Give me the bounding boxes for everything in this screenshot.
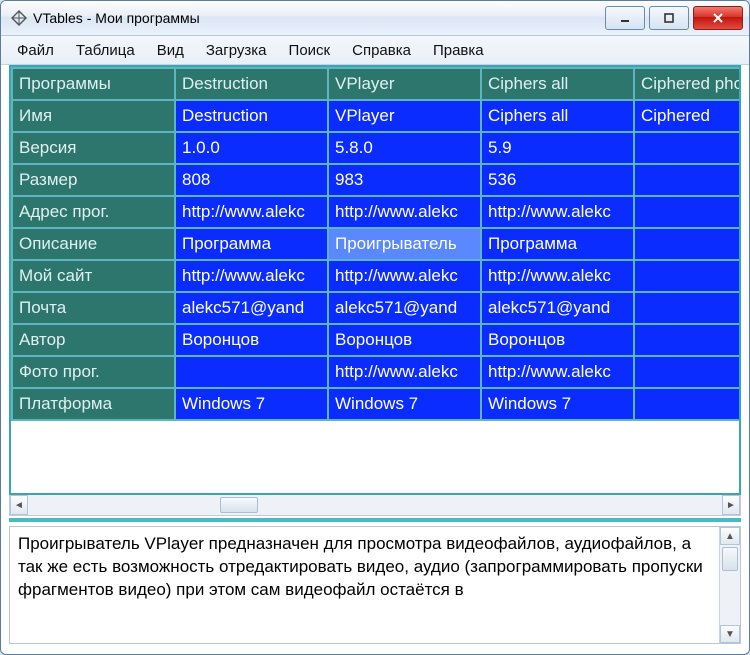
row-header[interactable]: Описание xyxy=(12,228,175,260)
grid-cell-selected[interactable]: Проигрыватель xyxy=(328,228,481,260)
close-button[interactable] xyxy=(693,6,743,30)
grid-cell[interactable] xyxy=(634,260,741,292)
grid-cell[interactable] xyxy=(634,292,741,324)
menu-search[interactable]: Поиск xyxy=(279,39,341,62)
row-header[interactable]: Фото прог. xyxy=(12,356,175,388)
grid-row: Фото прог. http://www.alekchttp://www.ale… xyxy=(12,356,741,388)
row-header[interactable]: Адрес прог. xyxy=(12,196,175,228)
menu-load[interactable]: Загрузка xyxy=(196,39,277,62)
row-header[interactable]: Версия xyxy=(12,132,175,164)
grid-cell[interactable]: http://www.alekc xyxy=(481,196,634,228)
row-header[interactable]: Почта xyxy=(12,292,175,324)
grid-corner[interactable]: Программы xyxy=(12,68,175,100)
grid-row: ПлатформаWindows 7Windows 7Windows 7 xyxy=(12,388,741,420)
col-header[interactable]: Destruction xyxy=(175,68,328,100)
col-header[interactable]: Ciphered photos xyxy=(634,68,741,100)
grid-cell[interactable]: http://www.alekc xyxy=(328,356,481,388)
grid-cell[interactable]: 808 xyxy=(175,164,328,196)
grid-cell[interactable]: Windows 7 xyxy=(175,388,328,420)
grid-cell[interactable]: http://www.alekc xyxy=(328,196,481,228)
grid-cell[interactable]: Воронцов xyxy=(175,324,328,356)
grid-cell[interactable]: Воронцов xyxy=(481,324,634,356)
grid-cell[interactable] xyxy=(634,228,741,260)
grid-cell[interactable] xyxy=(634,356,741,388)
grid-cell[interactable]: http://www.alekc xyxy=(175,260,328,292)
col-header[interactable]: Ciphers all xyxy=(481,68,634,100)
grid-row: Адрес прог.http://www.alekchttp://www.al… xyxy=(12,196,741,228)
row-header[interactable]: Размер xyxy=(12,164,175,196)
row-header[interactable]: Мой сайт xyxy=(12,260,175,292)
grid-cell[interactable]: VPlayer xyxy=(328,100,481,132)
grid-cell[interactable]: 536 xyxy=(481,164,634,196)
scroll-thumb[interactable] xyxy=(220,497,258,513)
grid-header-row: Программы Destruction VPlayer Ciphers al… xyxy=(12,68,741,100)
grid-cell[interactable]: Ciphered xyxy=(634,100,741,132)
grid-cell[interactable]: http://www.alekc xyxy=(481,260,634,292)
grid-cell[interactable] xyxy=(634,164,741,196)
app-window: VTables - Мои программы Файл Таблица Вид… xyxy=(0,0,750,655)
grid-cell[interactable]: Программа xyxy=(175,228,328,260)
grid-row: Размер808983536 xyxy=(12,164,741,196)
row-header[interactable]: Платформа xyxy=(12,388,175,420)
grid-row: Мой сайтhttp://www.alekchttp://www.alekc… xyxy=(12,260,741,292)
menu-table[interactable]: Таблица xyxy=(66,39,145,62)
app-icon xyxy=(11,10,27,26)
menu-file[interactable]: Файл xyxy=(7,39,64,62)
client-area: Программы Destruction VPlayer Ciphers al… xyxy=(9,65,741,644)
grid-row: Почтаalekc571@yandalekc571@yandalekc571@… xyxy=(12,292,741,324)
maximize-button[interactable] xyxy=(649,6,689,30)
grid-row: Версия1.0.05.8.05.9 xyxy=(12,132,741,164)
horizontal-scrollbar[interactable]: ◄ ► xyxy=(9,495,741,516)
grid-cell[interactable] xyxy=(634,196,741,228)
grid-cell[interactable]: Windows 7 xyxy=(328,388,481,420)
grid-cell[interactable] xyxy=(634,132,741,164)
scroll-thumb[interactable] xyxy=(722,547,738,571)
grid-row: АвторВоронцовВоронцовВоронцов xyxy=(12,324,741,356)
menu-help[interactable]: Справка xyxy=(342,39,421,62)
grid-cell[interactable]: Destruction xyxy=(175,100,328,132)
grid-cell[interactable]: Ciphers all xyxy=(481,100,634,132)
row-header[interactable]: Автор xyxy=(12,324,175,356)
grid-cell[interactable]: 5.9 xyxy=(481,132,634,164)
menu-view[interactable]: Вид xyxy=(147,39,194,62)
col-header[interactable]: VPlayer xyxy=(328,68,481,100)
scroll-down-icon[interactable]: ▼ xyxy=(720,625,740,643)
grid-cell[interactable]: 983 xyxy=(328,164,481,196)
grid-row: ИмяDestructionVPlayerCiphers allCiphered xyxy=(12,100,741,132)
grid-row: ОписаниеПрограммаПроигрывательПрограмма xyxy=(12,228,741,260)
row-header[interactable]: Имя xyxy=(12,100,175,132)
grid-cell[interactable]: http://www.alekc xyxy=(175,196,328,228)
scroll-right-icon[interactable]: ► xyxy=(722,495,740,515)
menu-edit[interactable]: Правка xyxy=(423,39,494,62)
grid-cell[interactable]: http://www.alekc xyxy=(328,260,481,292)
grid-cell[interactable] xyxy=(175,356,328,388)
scroll-up-icon[interactable]: ▲ xyxy=(720,527,740,545)
grid-cell[interactable]: Windows 7 xyxy=(481,388,634,420)
window-title: VTables - Мои программы xyxy=(33,10,605,26)
window-buttons xyxy=(605,6,743,30)
grid-cell[interactable]: Воронцов xyxy=(328,324,481,356)
grid-cell[interactable]: 5.8.0 xyxy=(328,132,481,164)
grid-cell[interactable]: Программа xyxy=(481,228,634,260)
title-bar: VTables - Мои программы xyxy=(1,1,749,36)
grid-cell[interactable]: 1.0.0 xyxy=(175,132,328,164)
data-grid[interactable]: Программы Destruction VPlayer Ciphers al… xyxy=(11,67,741,421)
scroll-left-icon[interactable]: ◄ xyxy=(10,495,28,515)
grid-cell[interactable] xyxy=(634,388,741,420)
minimize-button[interactable] xyxy=(605,6,645,30)
grid-cell[interactable] xyxy=(634,324,741,356)
description-panel: Проигрыватель VPlayer предназначен для п… xyxy=(9,526,741,644)
vertical-scrollbar[interactable]: ▲ ▼ xyxy=(719,527,740,643)
grid-cell[interactable]: alekc571@yand xyxy=(175,292,328,324)
menu-bar: Файл Таблица Вид Загрузка Поиск Справка … xyxy=(1,36,749,65)
description-text[interactable]: Проигрыватель VPlayer предназначен для п… xyxy=(10,527,719,643)
splitter[interactable] xyxy=(9,518,741,522)
grid-viewport: Программы Destruction VPlayer Ciphers al… xyxy=(9,65,741,495)
grid-cell[interactable]: http://www.alekc xyxy=(481,356,634,388)
grid-cell[interactable]: alekc571@yand xyxy=(328,292,481,324)
grid-cell[interactable]: alekc571@yand xyxy=(481,292,634,324)
